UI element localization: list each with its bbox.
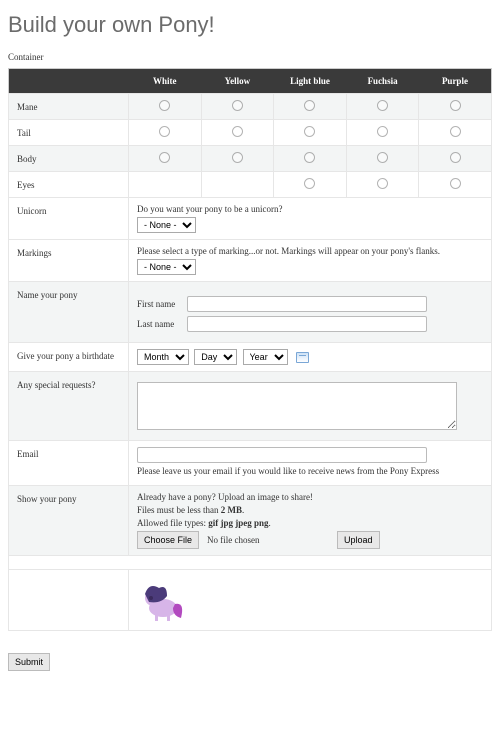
last-name-field[interactable] bbox=[187, 316, 427, 332]
spacer-row bbox=[9, 556, 492, 570]
upload-help-2: Files must be less than 2 MB. bbox=[137, 505, 483, 515]
unicorn-select[interactable]: - None - bbox=[137, 217, 196, 233]
row-label: Eyes bbox=[9, 172, 129, 198]
grid-row: Body bbox=[9, 146, 492, 172]
color-radio[interactable] bbox=[377, 100, 388, 111]
row-birthdate: Give your pony a birthdate Month Day Yea… bbox=[9, 343, 492, 372]
markings-select[interactable]: - None - bbox=[137, 259, 196, 275]
pony-preview-image bbox=[137, 576, 185, 624]
row-markings: Markings Please select a type of marking… bbox=[9, 240, 492, 282]
label-name-section: Name your pony bbox=[9, 282, 129, 343]
radio-cell bbox=[274, 94, 347, 120]
radio-cell bbox=[346, 94, 419, 120]
row-label: Body bbox=[9, 146, 129, 172]
label-markings: Markings bbox=[9, 240, 129, 282]
radio-cell bbox=[129, 146, 202, 172]
color-radio[interactable] bbox=[450, 152, 461, 163]
label-last-name: Last name bbox=[137, 319, 187, 329]
calendar-icon[interactable] bbox=[296, 352, 309, 363]
upload-button[interactable]: Upload bbox=[337, 531, 380, 549]
markings-help: Please select a type of marking...or not… bbox=[137, 246, 483, 256]
header-purple: Purple bbox=[419, 69, 492, 94]
row-preview bbox=[9, 570, 492, 631]
color-radio[interactable] bbox=[304, 178, 315, 189]
radio-cell bbox=[419, 146, 492, 172]
radio-cell bbox=[129, 172, 202, 198]
header-lightblue: Light blue bbox=[274, 69, 347, 94]
color-radio[interactable] bbox=[304, 126, 315, 137]
upload-help-1: Already have a pony? Upload an image to … bbox=[137, 492, 483, 502]
grid-row: Eyes bbox=[9, 172, 492, 198]
radio-cell bbox=[129, 94, 202, 120]
birthdate-day-select[interactable]: Day bbox=[194, 349, 237, 365]
radio-cell bbox=[419, 94, 492, 120]
birthdate-year-select[interactable]: Year bbox=[243, 349, 288, 365]
birthdate-month-select[interactable]: Month bbox=[137, 349, 189, 365]
color-radio[interactable] bbox=[450, 126, 461, 137]
header-white: White bbox=[129, 69, 202, 94]
radio-cell bbox=[274, 172, 347, 198]
radio-cell bbox=[346, 146, 419, 172]
color-radio[interactable] bbox=[232, 126, 243, 137]
color-radio[interactable] bbox=[232, 100, 243, 111]
color-header-row: White Yellow Light blue Fuchsia Purple bbox=[9, 69, 492, 94]
choose-file-button[interactable]: Choose File bbox=[137, 531, 199, 549]
radio-cell bbox=[201, 94, 274, 120]
row-name: Name your pony First name Last name bbox=[9, 282, 492, 343]
header-fuchsia: Fuchsia bbox=[346, 69, 419, 94]
header-blank bbox=[9, 69, 129, 94]
radio-cell bbox=[419, 172, 492, 198]
unicorn-help: Do you want your pony to be a unicorn? bbox=[137, 204, 483, 214]
color-radio[interactable] bbox=[159, 152, 170, 163]
email-field[interactable] bbox=[137, 447, 427, 463]
radio-cell bbox=[201, 172, 274, 198]
label-unicorn: Unicorn bbox=[9, 198, 129, 240]
color-radio[interactable] bbox=[450, 178, 461, 189]
row-email: Email Please leave us your email if you … bbox=[9, 441, 492, 486]
label-email: Email bbox=[9, 441, 129, 486]
radio-cell bbox=[346, 172, 419, 198]
row-upload: Show your pony Already have a pony? Uplo… bbox=[9, 486, 492, 556]
upload-help-3: Allowed file types: gif jpg jpeg png. bbox=[137, 518, 483, 528]
page-title: Build your own Pony! bbox=[8, 12, 492, 38]
row-unicorn: Unicorn Do you want your pony to be a un… bbox=[9, 198, 492, 240]
color-radio[interactable] bbox=[304, 100, 315, 111]
color-radio[interactable] bbox=[450, 100, 461, 111]
color-radio[interactable] bbox=[377, 152, 388, 163]
row-requests: Any special requests? bbox=[9, 372, 492, 441]
radio-cell bbox=[419, 120, 492, 146]
radio-cell bbox=[346, 120, 419, 146]
color-radio[interactable] bbox=[159, 126, 170, 137]
pony-form-table: White Yellow Light blue Fuchsia Purple M… bbox=[8, 68, 492, 631]
color-radio[interactable] bbox=[377, 178, 388, 189]
radio-cell bbox=[201, 120, 274, 146]
label-birthdate: Give your pony a birthdate bbox=[9, 343, 129, 372]
color-radio[interactable] bbox=[159, 100, 170, 111]
radio-cell bbox=[274, 146, 347, 172]
color-radio[interactable] bbox=[377, 126, 388, 137]
row-label: Mane bbox=[9, 94, 129, 120]
grid-row: Mane bbox=[9, 94, 492, 120]
color-radio[interactable] bbox=[232, 152, 243, 163]
email-help: Please leave us your email if you would … bbox=[137, 466, 483, 476]
label-requests: Any special requests? bbox=[9, 372, 129, 441]
radio-cell bbox=[201, 146, 274, 172]
container-label: Container bbox=[8, 52, 492, 62]
requests-textarea[interactable] bbox=[137, 382, 457, 430]
grid-row: Tail bbox=[9, 120, 492, 146]
first-name-field[interactable] bbox=[187, 296, 427, 312]
radio-cell bbox=[274, 120, 347, 146]
color-radio[interactable] bbox=[304, 152, 315, 163]
label-first-name: First name bbox=[137, 299, 187, 309]
radio-cell bbox=[129, 120, 202, 146]
row-label: Tail bbox=[9, 120, 129, 146]
submit-button[interactable]: Submit bbox=[8, 653, 50, 671]
file-status: No file chosen bbox=[203, 535, 293, 545]
label-upload: Show your pony bbox=[9, 486, 129, 556]
header-yellow: Yellow bbox=[201, 69, 274, 94]
